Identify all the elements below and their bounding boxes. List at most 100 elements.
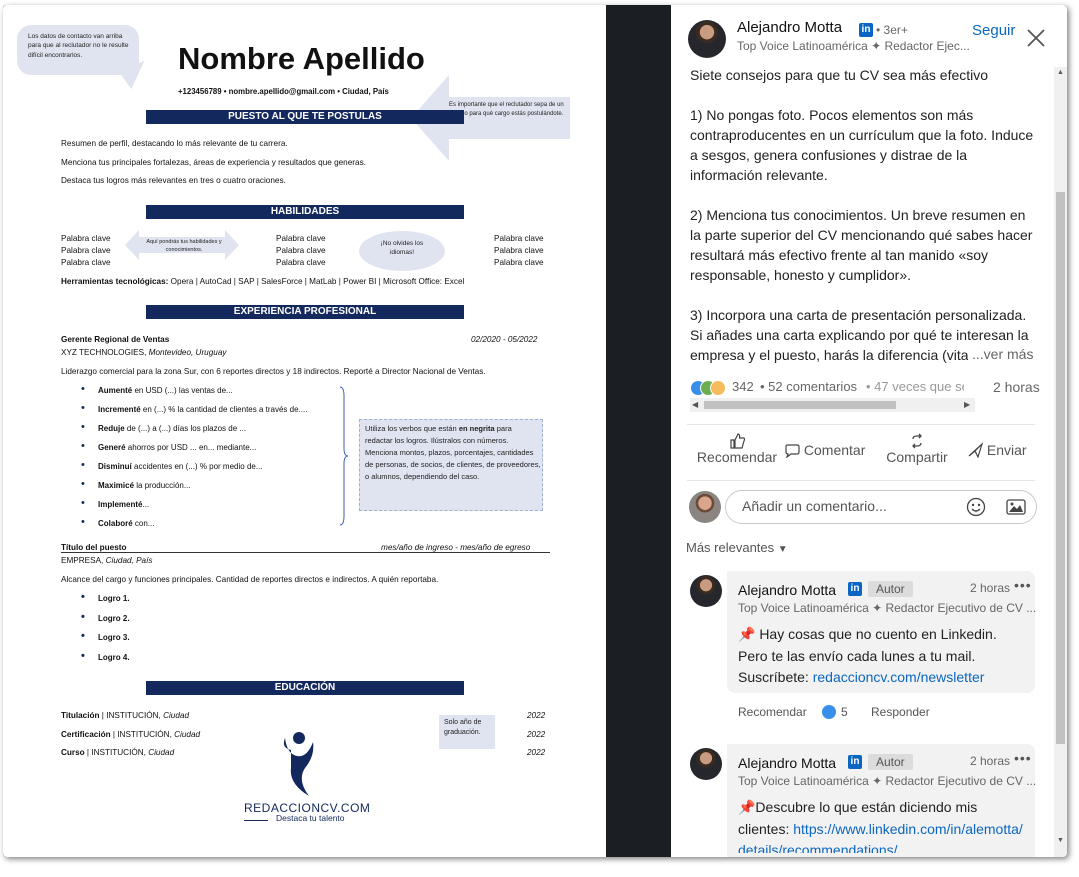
job1-company-name: XYZ TECHNOLOGIES, xyxy=(61,348,147,357)
scrollbar-thumb[interactable] xyxy=(704,401,896,409)
comment-label: Comentar xyxy=(803,442,866,458)
keyword: Palabra clave xyxy=(61,234,111,243)
connection-degree: • 3er+ xyxy=(876,23,908,37)
education-institution: | INSTITUCIÓN, xyxy=(110,729,175,739)
reactions-count[interactable]: 342 xyxy=(732,379,754,394)
keyword: Palabra clave xyxy=(276,234,326,243)
post-text-tip2: 2) Menciona tus conocimientos. Un breve … xyxy=(690,207,1033,283)
scroll-down-icon[interactable]: ▼ xyxy=(1057,837,1064,844)
summary-1: Resumen de perfil, destacando lo más rel… xyxy=(61,139,288,148)
insightful-reaction-icon xyxy=(710,380,726,396)
job1-bullet: Colaboré con... xyxy=(81,516,155,528)
bullet-verb: Maximicé xyxy=(98,481,135,490)
emoji-icon[interactable] xyxy=(966,497,986,517)
vertical-scrollbar[interactable]: ▲ ▼ xyxy=(1054,67,1067,857)
sort-dropdown[interactable]: Más relevantes ▼ xyxy=(686,540,788,555)
tech-tools: Herramientas tecnológicas: Opera | AutoC… xyxy=(61,277,464,286)
bullet-verb: Incrementé xyxy=(98,405,141,414)
bullet-verb: Disminuí xyxy=(98,462,132,471)
comments-count[interactable]: • 52 comentarios xyxy=(760,379,857,394)
linkedin-premium-icon: in xyxy=(848,582,862,596)
commenter-name[interactable]: Alejandro Motta xyxy=(738,582,836,598)
job2-title: Título del puesto xyxy=(61,543,127,552)
more-options-icon[interactable]: ••• xyxy=(1014,577,1032,593)
horizontal-scrollbar[interactable]: ◀ ▶ xyxy=(690,398,975,412)
bullet-text: en (...) % la cantidad de clientes a tra… xyxy=(140,405,308,414)
thumbs-up-icon xyxy=(730,433,745,449)
job1-dates: 02/2020 - 05/2022 xyxy=(471,335,538,344)
vertical-scrollbar-thumb[interactable] xyxy=(1056,192,1065,744)
shares-count[interactable]: • 47 veces que se xyxy=(866,379,964,394)
caret-down-icon: ▼ xyxy=(777,544,788,555)
author-badge: Autor xyxy=(868,581,913,597)
verbs-note-bold: en negrita xyxy=(458,424,495,433)
comment-like-button[interactable]: Recomendar xyxy=(738,705,807,719)
comment-icon xyxy=(785,444,800,459)
divider xyxy=(687,424,1035,425)
job2-description: Alcance del cargo y funciones principale… xyxy=(61,575,439,584)
send-icon xyxy=(968,442,984,459)
send-button[interactable]: Enviar xyxy=(967,442,1037,459)
education-bar: EDUCACIÓN xyxy=(146,681,464,695)
keyword: Palabra clave xyxy=(61,258,111,267)
repost-icon xyxy=(912,433,922,449)
author-avatar[interactable] xyxy=(688,20,726,58)
job1-bullet: Reduje de (...) a (...) días los plazos … xyxy=(81,421,246,433)
experience-bar: EXPERIENCIA PROFESIONAL xyxy=(146,305,464,319)
comment-button[interactable]: Comentar xyxy=(784,442,874,459)
post-text-title: Siete consejos para que tu CV sea más ef… xyxy=(690,67,989,83)
commenter-avatar[interactable] xyxy=(690,575,722,607)
education-row: Curso | INSTITUCIÓN, Ciudad xyxy=(61,748,174,757)
bullet-verb: Implementé xyxy=(98,500,143,509)
scroll-up-icon[interactable]: ▲ xyxy=(1057,69,1064,76)
summary-3: Destaca tus logros más relevantes en tre… xyxy=(61,176,286,185)
bullet-verb: Aumenté xyxy=(98,386,133,395)
education-institution: | INSTITUCIÓN, xyxy=(99,711,164,720)
comment-time: 2 horas xyxy=(970,581,1011,595)
education-year: 2022 xyxy=(527,748,546,757)
post-details-pane: Alejandro Motta in • 3er+ Top Voice Lati… xyxy=(671,5,1067,857)
keyword: Palabra clave xyxy=(276,258,326,267)
more-options-icon[interactable]: ••• xyxy=(1014,750,1032,766)
commenter-name[interactable]: Alejandro Motta xyxy=(738,755,836,771)
commenter-headline: Top Voice Latinoamérica ✦ Redactor Ejecu… xyxy=(738,774,1037,788)
bullet-text: ahorros por USD ... en... mediante... xyxy=(125,443,257,452)
job1-bullet: Generé ahorros por USD ... en... mediant… xyxy=(81,440,257,452)
post-body: Siete consejos para que tu CV sea más ef… xyxy=(690,65,1035,370)
job2-company: EMPRESA, Ciudad, País xyxy=(61,556,152,565)
verbs-note: Utiliza los verbos que están en negrita … xyxy=(365,423,541,483)
job1-bullet: Aumenté en USD (...) las ventas de... xyxy=(81,383,233,395)
job1-title: Gerente Regional de Ventas xyxy=(61,335,170,344)
comment-reply-button[interactable]: Responder xyxy=(871,705,930,719)
job2-bullet: Logro 2. xyxy=(81,611,129,623)
close-icon[interactable] xyxy=(1026,28,1046,48)
job2-bullet: Logro 4. xyxy=(81,650,129,662)
repost-button[interactable]: Compartir xyxy=(877,433,957,465)
author-name[interactable]: Alejandro Motta xyxy=(737,19,842,36)
image-icon[interactable] xyxy=(1006,498,1026,516)
scroll-left-icon[interactable]: ◀ xyxy=(692,400,698,409)
media-pane: Los datos de contacto van arriba para qu… xyxy=(3,5,671,857)
commenter-avatar[interactable] xyxy=(690,748,722,780)
education-title: Titulación xyxy=(61,711,100,720)
reaction-icons[interactable] xyxy=(690,380,730,396)
divider xyxy=(687,480,1035,481)
year-note: Solo año de graduación. xyxy=(444,719,482,737)
comment-link[interactable]: redaccioncv.com/newsletter xyxy=(813,669,985,685)
cv-contact: +123456789 • nombre.apellido@gmail.com •… xyxy=(178,87,389,96)
education-title: Certificación xyxy=(61,729,111,739)
like-reaction-icon xyxy=(822,705,836,719)
comment-likes-count[interactable]: 5 xyxy=(841,705,848,719)
education-row: Titulación | INSTITUCIÓN, Ciudad xyxy=(61,711,189,720)
author-headline: Top Voice Latinoamérica ✦ Redactor Ejec.… xyxy=(737,39,970,53)
job1-location: Montevideo, Uruguay xyxy=(146,348,227,357)
follow-button[interactable]: Seguir xyxy=(972,22,1015,39)
tech-list: Opera | AutoCad | SAP | SalesForce | Mat… xyxy=(168,277,465,286)
keyword: Palabra clave xyxy=(61,246,111,255)
job1-bullet: Implementé... xyxy=(81,497,149,509)
keyword: Palabra clave xyxy=(276,246,326,255)
like-button[interactable]: Recomendar xyxy=(693,433,781,465)
scroll-right-icon[interactable]: ▶ xyxy=(964,400,970,409)
bullet-text: en USD (...) las ventas de... xyxy=(132,386,233,395)
see-more-link[interactable]: ...ver más xyxy=(968,346,1034,362)
